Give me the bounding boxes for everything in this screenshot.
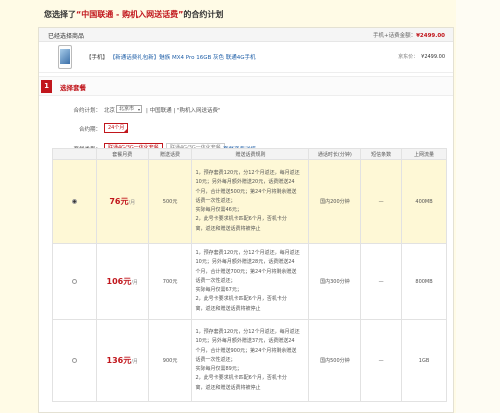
plan-name-text: | 中国联通 | "购机入网送话费" [146,108,221,114]
column-header-gift: 赠送话费 [147,148,193,160]
product-name[interactable]: 【手机】 【新通话费礼包新】魅族 MX4 Pro 16GB 灰色 联通4G手机 [86,53,256,61]
rule-line: 2，此号卡要求机卡匹配6个月，否机卡分 [195,375,287,382]
jd-price-value: ¥2499.00 [421,54,445,60]
product-tag: 【手机】 [86,55,109,61]
contract-panel: 已经选择商品 手机+话费金额：¥2499.00 【手机】 【新通话费礼包新】魅族… [38,27,454,413]
column-header-data: 上网流量 [401,148,447,160]
page: 您选择了“中国联通 - 购机入网送话费”的合约计划 已经选择商品 手机+话费金额… [0,0,500,413]
column-header-monthly-fee: 套餐月费 [95,148,149,160]
price-unit: /月 [131,280,138,286]
select-cell[interactable] [52,319,97,402]
plan-price: 76元 [109,197,129,206]
price-unit: /月 [128,200,136,206]
contract-row: 合约计划： 北京 北京市 ▾ | 中国联通 | "购机入网送话费" [39,105,453,115]
rule-line: 离，返还和赠送话费将被停止 [195,225,261,232]
rule-line: 1，预存套费120元，分12个月返还，每月返还 [195,170,300,177]
rule-line: 实际每月仅需46元； [195,207,242,214]
chevron-down-icon: ▾ [137,107,140,112]
rules-cell: 1，预存套费120元，分12个月返还，每月返还 10元；另外每月额外赠送37元，… [191,319,310,402]
rule-line: 个月，合计赠送900元；第24个月将剩余赠送 [195,347,297,354]
period-label: 合约期： [78,127,101,133]
city-select[interactable]: 北京市 ▾ [116,105,142,113]
plan-radio[interactable] [71,278,77,284]
plan-table: 套餐月费 赠送话费 赠送话费规则 通话时长(分钟) 短信条数 上网流量 76元/… [52,148,447,402]
selected-products-title: 已经选择商品 [48,33,85,40]
data-cell: 400MB [401,159,447,244]
select-cell[interactable] [52,243,97,320]
rule-line: 个月，合计赠送700元；第24个月将剩余赠送 [195,268,297,275]
sms-cell: — [360,319,403,402]
contract-label: 合约计划： [73,108,101,114]
rule-line: 实际每月仅需89元； [195,366,242,373]
calls-cell: 国内300分钟 [308,243,362,320]
province-text: 北京 [104,108,116,114]
column-header-select [52,148,97,160]
title-prefix: 您选择了 [44,10,76,19]
gift-cell: 500元 [147,159,193,244]
price-cell: 106元/月 [95,243,149,320]
page-title: 您选择了“中国联通 - 购机入网送话费”的合约计划 [44,9,223,20]
column-header-rules: 赠送话费规则 [191,148,310,160]
calls-cell: 国内200分钟 [308,159,362,244]
selected-products-bar: 已经选择商品 手机+话费金额：¥2499.00 [39,28,453,42]
sms-cell: — [360,243,403,320]
product-row: 【手机】 【新通话费礼包新】魅族 MX4 Pro 16GB 灰色 联通4G手机 … [39,42,453,73]
rule-line: 2，此号卡要求机卡匹配6个月，否机卡分 [195,296,287,303]
gift-cell: 900元 [147,319,193,402]
column-header-calls: 通话时长(分钟) [308,148,362,160]
total-value: ¥2499.00 [416,33,445,39]
rules-cell: 1，预存套费120元，分12个月返还，每月返还 10元；另外每月额外赠送20元，… [191,159,310,244]
sms-cell: — [360,159,403,244]
calls-cell: 国内500分钟 [308,319,362,402]
rule-line: 10元；另外每月额外赠送20元，话费赠送24 [195,179,295,186]
total-amount: 手机+话费金额：¥2499.00 [373,31,445,39]
data-cell: 800MB [401,243,447,320]
price-cell: 136元/月 [95,319,149,402]
section-header: 1 选择套餐 [39,77,453,96]
period-row: 合约期： 24个月 [39,123,453,135]
product-promo: 【新通话费礼包新】 [109,55,160,61]
jd-price-label: 京东价： [398,54,419,60]
data-cell: 1GB [401,319,447,402]
rule-line: 1，预存套费120元，分12个月返还，每月返还 [195,329,300,336]
plan-price: 136元 [106,356,132,365]
table-row[interactable]: 76元/月 500元 1，预存套费120元，分12个月返还，每月返还 10元；另… [52,159,447,244]
period-option-24[interactable]: 24个月 [104,123,129,133]
product-title[interactable]: 魅族 MX4 Pro 16GB 灰色 联通4G手机 [159,55,255,61]
rule-line: 个月，合计赠送500元；第24个月将剩余赠送 [195,188,297,195]
city-select-value: 北京市 [119,106,135,112]
rule-line: 离，返还和赠送话费将被停止 [195,384,261,391]
plan-price: 106元 [106,277,132,286]
rule-line: 10元；另外每月额外赠送28元，话费赠送24 [195,259,295,266]
rule-line: 话费一次性返还； [195,277,236,284]
jd-price: 京东价： ¥2499.00 [398,53,445,60]
table-row[interactable]: 136元/月 900元 1，预存套费120元，分12个月返还，每月返还 10元；… [52,319,447,402]
section-title: 选择套餐 [60,84,86,92]
table-row[interactable]: 106元/月 700元 1，预存套费120元，分12个月返还，每月返还 10元；… [52,243,447,320]
step-number: 1 [41,80,52,93]
title-suffix: 的合约计划 [183,10,224,19]
period-option-label: 24个月 [108,125,125,131]
table-header-row: 套餐月费 赠送话费 赠送话费规则 通话时长(分钟) 短信条数 上网流量 [52,148,447,160]
rule-line: 2，此号卡要求机卡匹配6个月，否机卡分 [195,216,287,223]
title-plan-name: “中国联通 - 购机入网送话费” [76,10,184,19]
rule-line: 话费一次性返还； [195,197,236,204]
price-cell: 76元/月 [95,159,149,244]
phone-screen [60,49,70,64]
price-unit: /月 [131,359,138,365]
select-cell[interactable] [52,159,97,244]
total-label: 手机+话费金额： [373,33,417,39]
rule-line: 实际每月仅需67元； [195,287,242,294]
rule-line: 10元；另外每月额外赠送37元，话费赠送24 [195,338,295,345]
gift-cell: 700元 [147,243,193,320]
plan-radio[interactable] [71,198,77,204]
rule-line: 离，返还和赠送话费将被停止 [195,305,261,312]
plan-radio[interactable] [71,357,77,363]
rules-cell: 1，预存套费120元，分12个月返还，每月返还 10元；另外每月额外赠送28元，… [191,243,310,320]
rule-line: 话费一次性返还； [195,356,236,363]
product-thumbnail[interactable] [58,45,72,69]
rule-line: 1，预存套费120元，分12个月返还，每月返还 [195,250,300,257]
column-header-sms: 短信条数 [360,148,403,160]
